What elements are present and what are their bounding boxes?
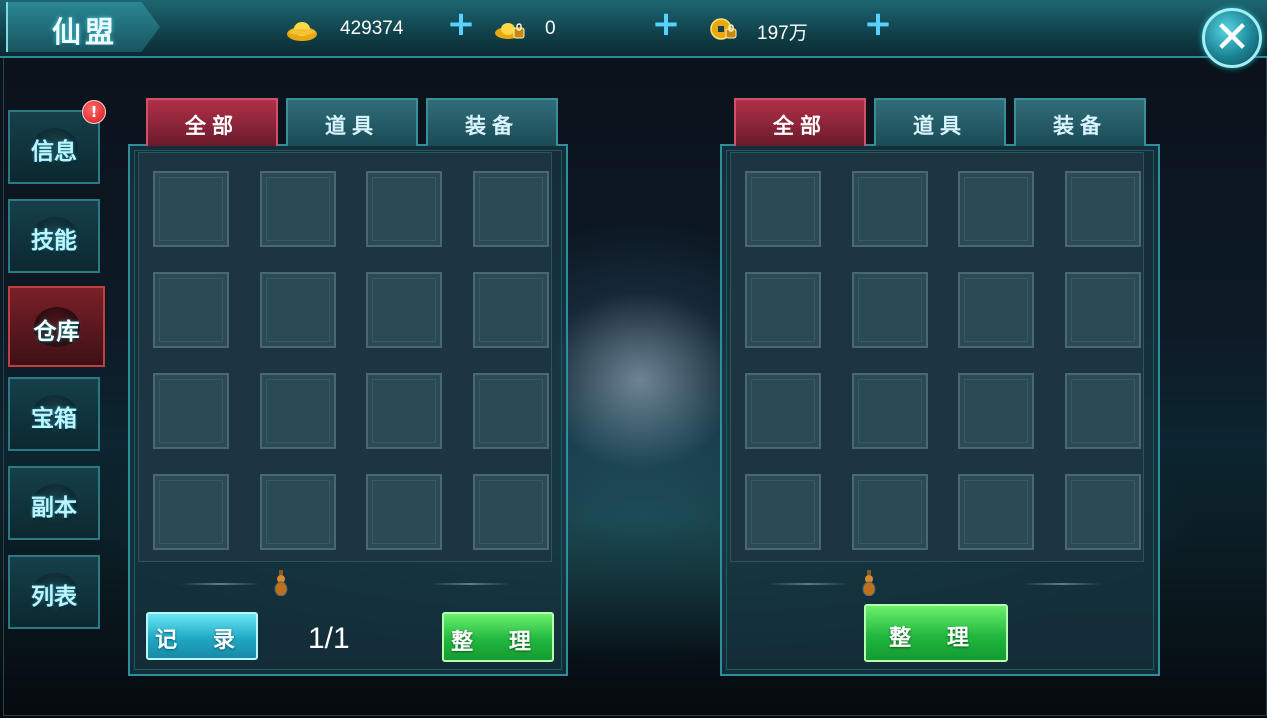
sidebar-item-list[interactable]: 列表	[8, 555, 100, 629]
item-slot[interactable]	[260, 373, 336, 449]
page-title: 仙盟	[52, 15, 119, 49]
warehouse-panel: 全部 道具 装备 记 录 1/1 整 理	[128, 98, 568, 676]
sidebar-item-label: 宝箱	[31, 406, 77, 432]
item-slot[interactable]	[153, 272, 229, 348]
item-slot[interactable]	[473, 171, 549, 247]
close-icon: ✕	[1213, 12, 1251, 63]
item-slot[interactable]	[1065, 373, 1141, 449]
sidebar-item-skills[interactable]: 技能	[8, 199, 100, 273]
sidebar-item-label: 仓库	[33, 319, 80, 345]
item-slot[interactable]	[366, 373, 442, 449]
sort-button-label: 整 理	[889, 625, 983, 651]
bound-coin-amount: 197万	[757, 23, 808, 44]
tab-label: 道具	[325, 113, 379, 138]
item-slot[interactable]	[852, 272, 928, 348]
tab-label: 装备	[1053, 113, 1107, 138]
tab-equipment[interactable]: 装备	[426, 98, 558, 146]
page-indicator: 1/1	[308, 622, 350, 655]
divider-ornament-right	[430, 583, 510, 585]
item-slot[interactable]	[153, 373, 229, 449]
divider-ornament-left	[768, 583, 848, 585]
item-slot[interactable]	[1065, 474, 1141, 550]
gourd-icon	[274, 570, 288, 596]
item-slot[interactable]	[260, 474, 336, 550]
item-slot[interactable]	[745, 171, 821, 247]
item-slot[interactable]	[153, 474, 229, 550]
item-slot[interactable]	[745, 373, 821, 449]
item-slot[interactable]	[366, 272, 442, 348]
record-button-label: 记 录	[155, 627, 249, 653]
item-slot[interactable]	[1065, 272, 1141, 348]
item-slot[interactable]	[745, 272, 821, 348]
add-bound-ingot-button[interactable]: +	[651, 7, 681, 41]
item-slot[interactable]	[852, 474, 928, 550]
item-slot[interactable]	[260, 272, 336, 348]
tab-label: 全部	[773, 113, 827, 138]
sidebar-item-label: 副本	[31, 495, 77, 521]
tab-label: 道具	[913, 113, 967, 138]
sidebar-item-label: 技能	[31, 228, 77, 254]
add-bound-coin-button[interactable]: +	[863, 7, 893, 41]
item-slot[interactable]	[473, 373, 549, 449]
divider-ornament-left	[180, 583, 260, 585]
warehouse-slot-grid	[138, 152, 552, 562]
item-slot[interactable]	[366, 171, 442, 247]
item-slot[interactable]	[473, 474, 549, 550]
top-bar: 仙盟 429374 + 0 + 197万 +	[0, 0, 1267, 58]
gold-ingot-amount: 429374	[340, 18, 404, 39]
divider-ornament-right	[1022, 583, 1102, 585]
gourd-icon	[862, 570, 876, 596]
tab-items[interactable]: 道具	[874, 98, 1006, 146]
item-slot[interactable]	[366, 474, 442, 550]
sidebar-item-warehouse[interactable]: 仓库	[8, 286, 105, 367]
item-slot[interactable]	[852, 171, 928, 247]
item-slot[interactable]	[958, 171, 1034, 247]
tab-all[interactable]: 全部	[734, 98, 866, 146]
bag-panel: 全部 道具 装备 整 理	[720, 98, 1160, 676]
add-gold-ingot-button[interactable]: +	[446, 7, 476, 41]
sidebar-item-chest[interactable]: 宝箱	[8, 377, 100, 451]
item-slot[interactable]	[958, 272, 1034, 348]
item-slot[interactable]	[260, 171, 336, 247]
item-slot[interactable]	[153, 171, 229, 247]
sidebar-item-label: 信息	[31, 139, 77, 165]
bag-slot-grid	[730, 152, 1144, 562]
sidebar-item-dungeon[interactable]: 副本	[8, 466, 100, 540]
item-slot[interactable]	[745, 474, 821, 550]
tab-items[interactable]: 道具	[286, 98, 418, 146]
gold-ingot-icon	[287, 22, 317, 41]
alert-badge: !	[82, 100, 106, 124]
bound-ingot-icon	[495, 23, 525, 39]
item-slot[interactable]	[852, 373, 928, 449]
tab-all[interactable]: 全部	[146, 98, 278, 146]
sort-button[interactable]: 整 理	[864, 604, 1008, 662]
bound-coin-icon	[710, 18, 737, 40]
sort-button[interactable]: 整 理	[442, 612, 554, 662]
sidebar-item-label: 列表	[31, 584, 77, 610]
record-button[interactable]: 记 录	[146, 612, 258, 660]
item-slot[interactable]	[473, 272, 549, 348]
item-slot[interactable]	[958, 373, 1034, 449]
item-slot[interactable]	[958, 474, 1034, 550]
tab-equipment[interactable]: 装备	[1014, 98, 1146, 146]
bound-ingot-amount: 0	[545, 18, 556, 39]
tab-label: 装备	[465, 113, 519, 138]
close-button[interactable]: ✕	[1202, 8, 1262, 68]
sort-button-label: 整 理	[451, 629, 545, 655]
tab-label: 全部	[185, 113, 239, 138]
item-slot[interactable]	[1065, 171, 1141, 247]
